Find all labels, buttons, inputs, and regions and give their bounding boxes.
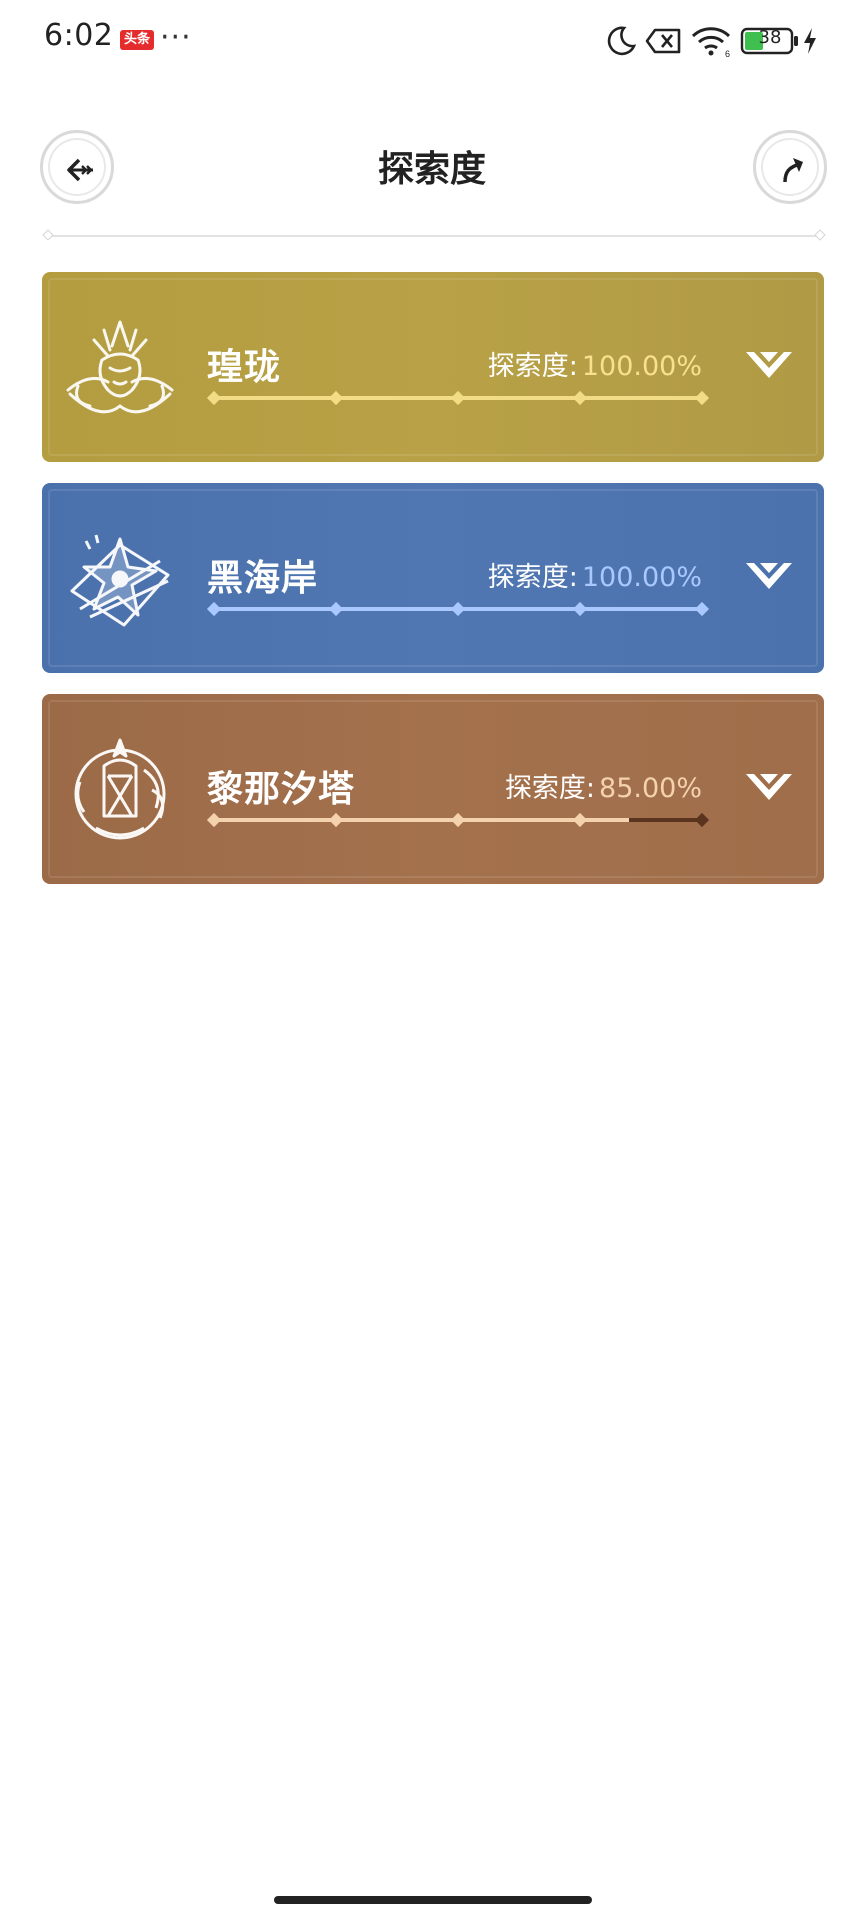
page-title: 探索度 [377,149,486,190]
data-off-icon [645,28,681,54]
progress-milestone [328,812,344,828]
progress-fill [214,818,629,822]
status-time: 6:02 [44,18,114,53]
progress-bar [206,812,710,828]
home-indicator[interactable] [274,1896,592,1904]
header-divider [42,229,826,241]
progress-milestone [450,390,466,406]
progress-label-text: 探索度: [487,562,578,593]
progress-milestone [328,390,344,406]
wifi-icon: 6 [691,27,731,58]
progress-milestone [450,601,466,617]
region-name: 黑海岸 [207,558,319,599]
star-flower-emblem-icon [70,534,170,627]
dragon-emblem-icon [66,320,174,414]
region-name: 瑝珑 [207,347,282,388]
status-bar: 6:02 头条 ··· 6 38 [0,0,864,80]
progress-bar [206,601,710,617]
moon-icon [607,26,637,56]
progress-value: 85.00% [599,773,702,804]
app-badge: 头条 [120,30,155,50]
expand-chevron-icon[interactable] [742,768,796,808]
progress-milestone [572,812,588,828]
lantern-emblem-icon [74,738,166,840]
progress-milestone [572,390,588,406]
region-card-rinascita[interactable]: 黎那汐塔 探索度: 85.00% [42,694,824,884]
progress-milestone [572,601,588,617]
region-card-huanglong[interactable]: 瑝珑 探索度: 100.00% [42,272,824,462]
progress-milestone [328,601,344,617]
progress-label-text: 探索度: [487,351,578,382]
progress-bar [206,390,710,406]
progress-label-text: 探索度: [504,773,596,804]
share-arrow-icon [783,158,803,183]
share-button[interactable] [753,130,827,204]
svg-text:6: 6 [725,49,730,58]
region-card-black-shores[interactable]: 黑海岸 探索度: 100.00% [42,483,824,673]
progress-value: 100.00% [581,351,702,382]
progress-label: 探索度: 100.00% [488,344,702,383]
progress-remaining [628,818,702,822]
progress-milestone [450,812,466,828]
progress-label: 探索度: 100.00% [488,555,702,594]
battery-level: 38 [758,27,782,48]
more-notifications-icon: ··· [160,20,192,55]
expand-chevron-icon[interactable] [742,346,796,386]
expand-chevron-icon[interactable] [742,557,796,597]
progress-value: 100.00% [581,562,702,593]
region-name: 黎那汐塔 [207,769,356,810]
charging-icon [804,28,816,54]
progress-label: 探索度: 85.00% [505,766,702,805]
